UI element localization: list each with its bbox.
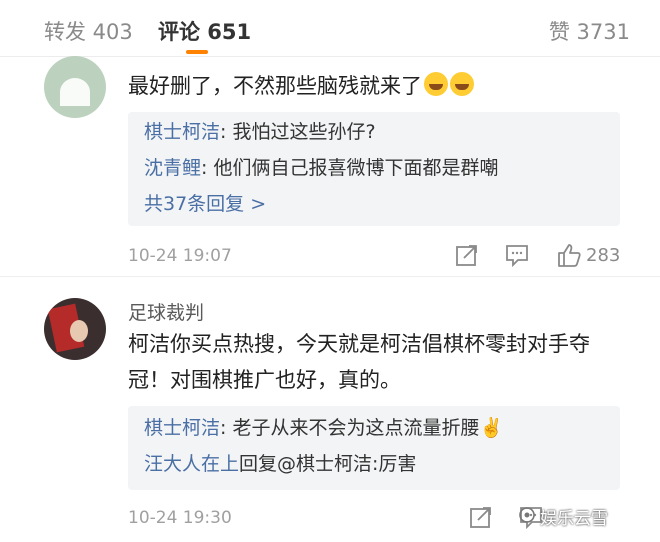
view-all-replies-link[interactable]: 共37条回复 > — [128, 186, 620, 222]
reply-box: 棋士柯洁: 我怕过这些孙仔? 沈青鲤: 他们俩自己报喜微博下面都是群嘲 共37条… — [128, 112, 620, 226]
avatar[interactable] — [44, 56, 106, 118]
like-count: 283 — [586, 245, 621, 266]
comment-text: 柯洁你买点热搜，今天就是柯洁倡棋杯零封对手夺冠！对围棋推广也好，真的。 — [128, 332, 590, 392]
comment-text: 最好删了，不然那些脑残就来了 — [128, 68, 628, 104]
like-icon[interactable] — [556, 242, 582, 268]
share-icon[interactable] — [468, 504, 494, 530]
laughing-emoji-icon — [424, 72, 448, 96]
reply-text: : 我怕过这些孙仔? — [220, 121, 376, 143]
divider — [0, 276, 660, 277]
watermark-logo-icon — [519, 507, 535, 523]
active-tab-indicator — [186, 50, 208, 54]
comment-text-content: 最好删了，不然那些脑残就来了 — [128, 74, 422, 98]
reply-author-link[interactable]: 汪大人在上 — [144, 453, 239, 475]
comment-timestamp: 10-24 19:30 — [128, 508, 232, 528]
reply-item: 沈青鲤: 他们俩自己报喜微博下面都是群嘲 — [128, 150, 620, 186]
share-icon[interactable] — [454, 242, 480, 268]
watermark: 娱乐云雪 — [540, 509, 608, 529]
reply-author-link[interactable]: 棋士柯洁 — [144, 121, 220, 143]
comment-author[interactable]: 足球裁判 — [128, 298, 204, 325]
comment-icon[interactable] — [504, 242, 530, 268]
tab-like[interactable]: 赞 3731 — [549, 16, 630, 46]
reply-item: 汪大人在上回复@棋士柯洁:厉害 — [128, 446, 620, 482]
reply-text: : 他们俩自己报喜微博下面都是群嘲 — [201, 157, 499, 179]
reply-item: 棋士柯洁: 老子从来不会为这点流量折腰✌️ — [128, 410, 620, 446]
comment-tabs: 转发 403 评论 651 赞 3731 — [0, 0, 660, 57]
reply-item: 棋士柯洁: 我怕过这些孙仔? — [128, 114, 620, 150]
reply-author-link[interactable]: 沈青鲤 — [144, 157, 201, 179]
reply-author-link[interactable]: 棋士柯洁 — [144, 417, 220, 439]
tab-repost[interactable]: 转发 403 — [44, 16, 133, 46]
avatar[interactable] — [44, 298, 106, 360]
laughing-emoji-icon — [450, 72, 474, 96]
reply-box: 棋士柯洁: 老子从来不会为这点流量折腰✌️ 汪大人在上回复@棋士柯洁:厉害 — [128, 406, 620, 490]
reply-text: 回复@棋士柯洁:厉害 — [239, 453, 417, 475]
reply-text: : 老子从来不会为这点流量折腰✌️ — [220, 417, 504, 439]
comment-timestamp: 10-24 19:07 — [128, 246, 232, 266]
comment-meta: 10-24 19:07 283 — [128, 242, 620, 272]
